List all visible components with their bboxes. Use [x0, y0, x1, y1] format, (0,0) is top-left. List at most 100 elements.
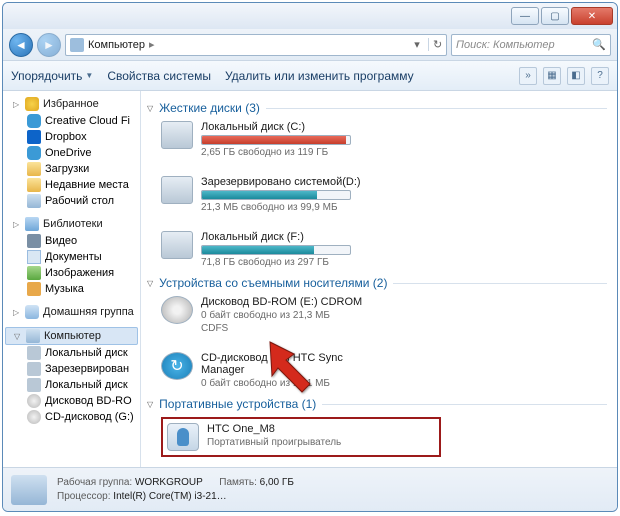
- breadcrumb-item[interactable]: Компьютер: [88, 39, 145, 51]
- section-portable[interactable]: ▽ Портативные устройства (1): [147, 397, 607, 411]
- sysprops-label: Свойства системы: [107, 69, 211, 83]
- document-icon: [27, 250, 41, 264]
- sidebar-item-downloads[interactable]: Загрузки: [3, 161, 140, 177]
- help-button[interactable]: ?: [591, 67, 609, 85]
- section-title: Жесткие диски (3): [159, 101, 260, 115]
- breadcrumb[interactable]: Компьютер ▸ ▾ ↻: [65, 34, 447, 56]
- uninstall-program-button[interactable]: Удалить или изменить программу: [225, 69, 414, 83]
- sidebar-item-label: Creative Cloud Fi: [45, 115, 130, 127]
- section-title: Устройства со съемными носителями (2): [159, 276, 387, 290]
- device-htc-one-m8[interactable]: HTC One_M8 Портативный проигрыватель: [161, 417, 441, 457]
- sidebar-item-recent[interactable]: Недавние места: [3, 177, 140, 193]
- music-icon: [27, 282, 41, 296]
- sidebar-favorites: ▷ Избранное Creative Cloud Fi Dropbox On…: [3, 95, 140, 209]
- drive-status: 0 байт свободно из 17,1 МБ: [201, 378, 361, 389]
- forward-button[interactable]: ►: [37, 33, 61, 57]
- back-button[interactable]: ◄: [9, 33, 33, 57]
- sidebar-item-label: Музыка: [45, 283, 84, 295]
- workgroup-label: Рабочая группа:: [57, 477, 132, 488]
- sidebar-item-drive-d[interactable]: Зарезервирован: [3, 361, 140, 377]
- drive-cdrom-htc[interactable]: ↻ CD-дисковод (G:) HTC Sync Manager 0 ба…: [161, 352, 361, 389]
- drive-name: Зарезервировано системой(D:): [201, 176, 361, 188]
- sidebar-item-desktop[interactable]: Рабочий стол: [3, 193, 140, 209]
- drive-d[interactable]: Зарезервировано системой(D:) 21,3 МБ сво…: [161, 176, 361, 213]
- library-icon: [25, 217, 39, 231]
- dropbox-icon: [27, 130, 41, 144]
- navigation-pane: ▷ Избранное Creative Cloud Fi Dropbox On…: [3, 91, 141, 467]
- expand-icon: ▽: [14, 332, 22, 341]
- sidebar-item-label: Дисковод BD-RO: [45, 395, 132, 407]
- sidebar-homegroup-header[interactable]: ▷ Домашняя группа: [3, 303, 140, 321]
- star-icon: [25, 97, 39, 111]
- sidebar-item-bdrom[interactable]: Дисковод BD-RO: [3, 393, 140, 409]
- sidebar-favorites-header[interactable]: ▷ Избранное: [3, 95, 140, 113]
- video-icon: [27, 234, 41, 248]
- toolbar-more-button[interactable]: »: [519, 67, 537, 85]
- sidebar-libraries: ▷ Библиотеки Видео Документы Изображения…: [3, 215, 140, 297]
- section-removable[interactable]: ▽ Устройства со съемными носителями (2): [147, 276, 607, 290]
- disc-icon: [27, 394, 41, 408]
- drive-c[interactable]: Локальный диск (C:) 2,65 ГБ свободно из …: [161, 121, 391, 158]
- sidebar-item-label: Dropbox: [45, 131, 87, 143]
- sidebar-item-label: Рабочий стол: [45, 195, 114, 207]
- sidebar-item-label: Изображения: [45, 267, 114, 279]
- computer-icon: [26, 329, 40, 343]
- minimize-button[interactable]: —: [511, 7, 539, 25]
- folder-icon: [27, 162, 41, 176]
- sidebar-item-dropbox[interactable]: Dropbox: [3, 129, 140, 145]
- drive-icon: [27, 378, 41, 392]
- search-input[interactable]: Поиск: Компьютер 🔍: [451, 34, 611, 56]
- toolbar: Упорядочить ▼ Свойства системы Удалить и…: [3, 61, 617, 91]
- sidebar-item-label: CD-дисковод (G:): [45, 411, 134, 423]
- sidebar-item-videos[interactable]: Видео: [3, 233, 140, 249]
- sidebar-item-music[interactable]: Музыка: [3, 281, 140, 297]
- status-text: Рабочая группа: WORKGROUP Память: 6,00 Г…: [57, 476, 294, 504]
- workgroup-value: WORKGROUP: [135, 477, 203, 488]
- drive-status: 71,8 ГБ свободно из 297 ГБ: [201, 257, 391, 268]
- drive-status: 21,3 МБ свободно из 99,9 МБ: [201, 202, 361, 213]
- drive-bdrom[interactable]: Дисковод BD-ROM (E:) CDROM 0 байт свобод…: [161, 296, 391, 334]
- system-properties-button[interactable]: Свойства системы: [107, 69, 211, 83]
- collapse-icon: ▽: [147, 279, 153, 288]
- sidebar-item-drive-f[interactable]: Локальный диск: [3, 377, 140, 393]
- sidebar-item-drive-c[interactable]: Локальный диск: [3, 345, 140, 361]
- sync-icon: ↻: [161, 352, 193, 380]
- sidebar-item-creative-cloud[interactable]: Creative Cloud Fi: [3, 113, 140, 129]
- preview-pane-button[interactable]: ◧: [567, 67, 585, 85]
- chevron-right-icon[interactable]: ▸: [149, 38, 155, 51]
- sidebar-item-cdrom[interactable]: CD-дисковод (G:): [3, 409, 140, 425]
- hdd-icon: [161, 121, 193, 149]
- picture-icon: [27, 266, 41, 280]
- disc-icon: [27, 410, 41, 424]
- status-bar: Рабочая группа: WORKGROUP Память: 6,00 Г…: [3, 467, 617, 511]
- divider: [266, 108, 607, 109]
- collapse-icon: ▽: [147, 104, 153, 113]
- titlebar: — ▢ ✕: [3, 3, 617, 29]
- device-name: HTC One_M8: [207, 423, 435, 435]
- sidebar-libraries-header[interactable]: ▷ Библиотеки: [3, 215, 140, 233]
- cpu-value: Intel(R) Core(TM) i3-21…: [113, 491, 226, 502]
- section-title: Портативные устройства (1): [159, 397, 316, 411]
- section-hard-disks[interactable]: ▽ Жесткие диски (3): [147, 101, 607, 115]
- sidebar-item-label: Библиотеки: [43, 218, 103, 230]
- folder-icon: [27, 178, 41, 192]
- address-dropdown[interactable]: ▾: [410, 38, 424, 51]
- sidebar-item-documents[interactable]: Документы: [3, 249, 140, 265]
- hdd-icon: [161, 176, 193, 204]
- drive-filesystem: CDFS: [201, 323, 391, 334]
- refresh-button[interactable]: ↻: [428, 38, 442, 51]
- device-type: Портативный проигрыватель: [207, 437, 435, 448]
- organize-menu[interactable]: Упорядочить ▼: [11, 69, 93, 83]
- sidebar-item-pictures[interactable]: Изображения: [3, 265, 140, 281]
- maximize-button[interactable]: ▢: [541, 7, 569, 25]
- cpu-label: Процессор:: [57, 491, 111, 502]
- sidebar-computer-header[interactable]: ▽ Компьютер: [5, 327, 138, 345]
- content-pane: ▽ Жесткие диски (3) Локальный диск (C:) …: [141, 91, 617, 467]
- computer-icon: [70, 38, 84, 52]
- sidebar-item-label: Документы: [45, 251, 102, 263]
- sidebar-item-onedrive[interactable]: OneDrive: [3, 145, 140, 161]
- drive-f[interactable]: Локальный диск (F:) 71,8 ГБ свободно из …: [161, 231, 391, 268]
- close-button[interactable]: ✕: [571, 7, 613, 25]
- divider: [322, 404, 607, 405]
- view-options-button[interactable]: ▦: [543, 67, 561, 85]
